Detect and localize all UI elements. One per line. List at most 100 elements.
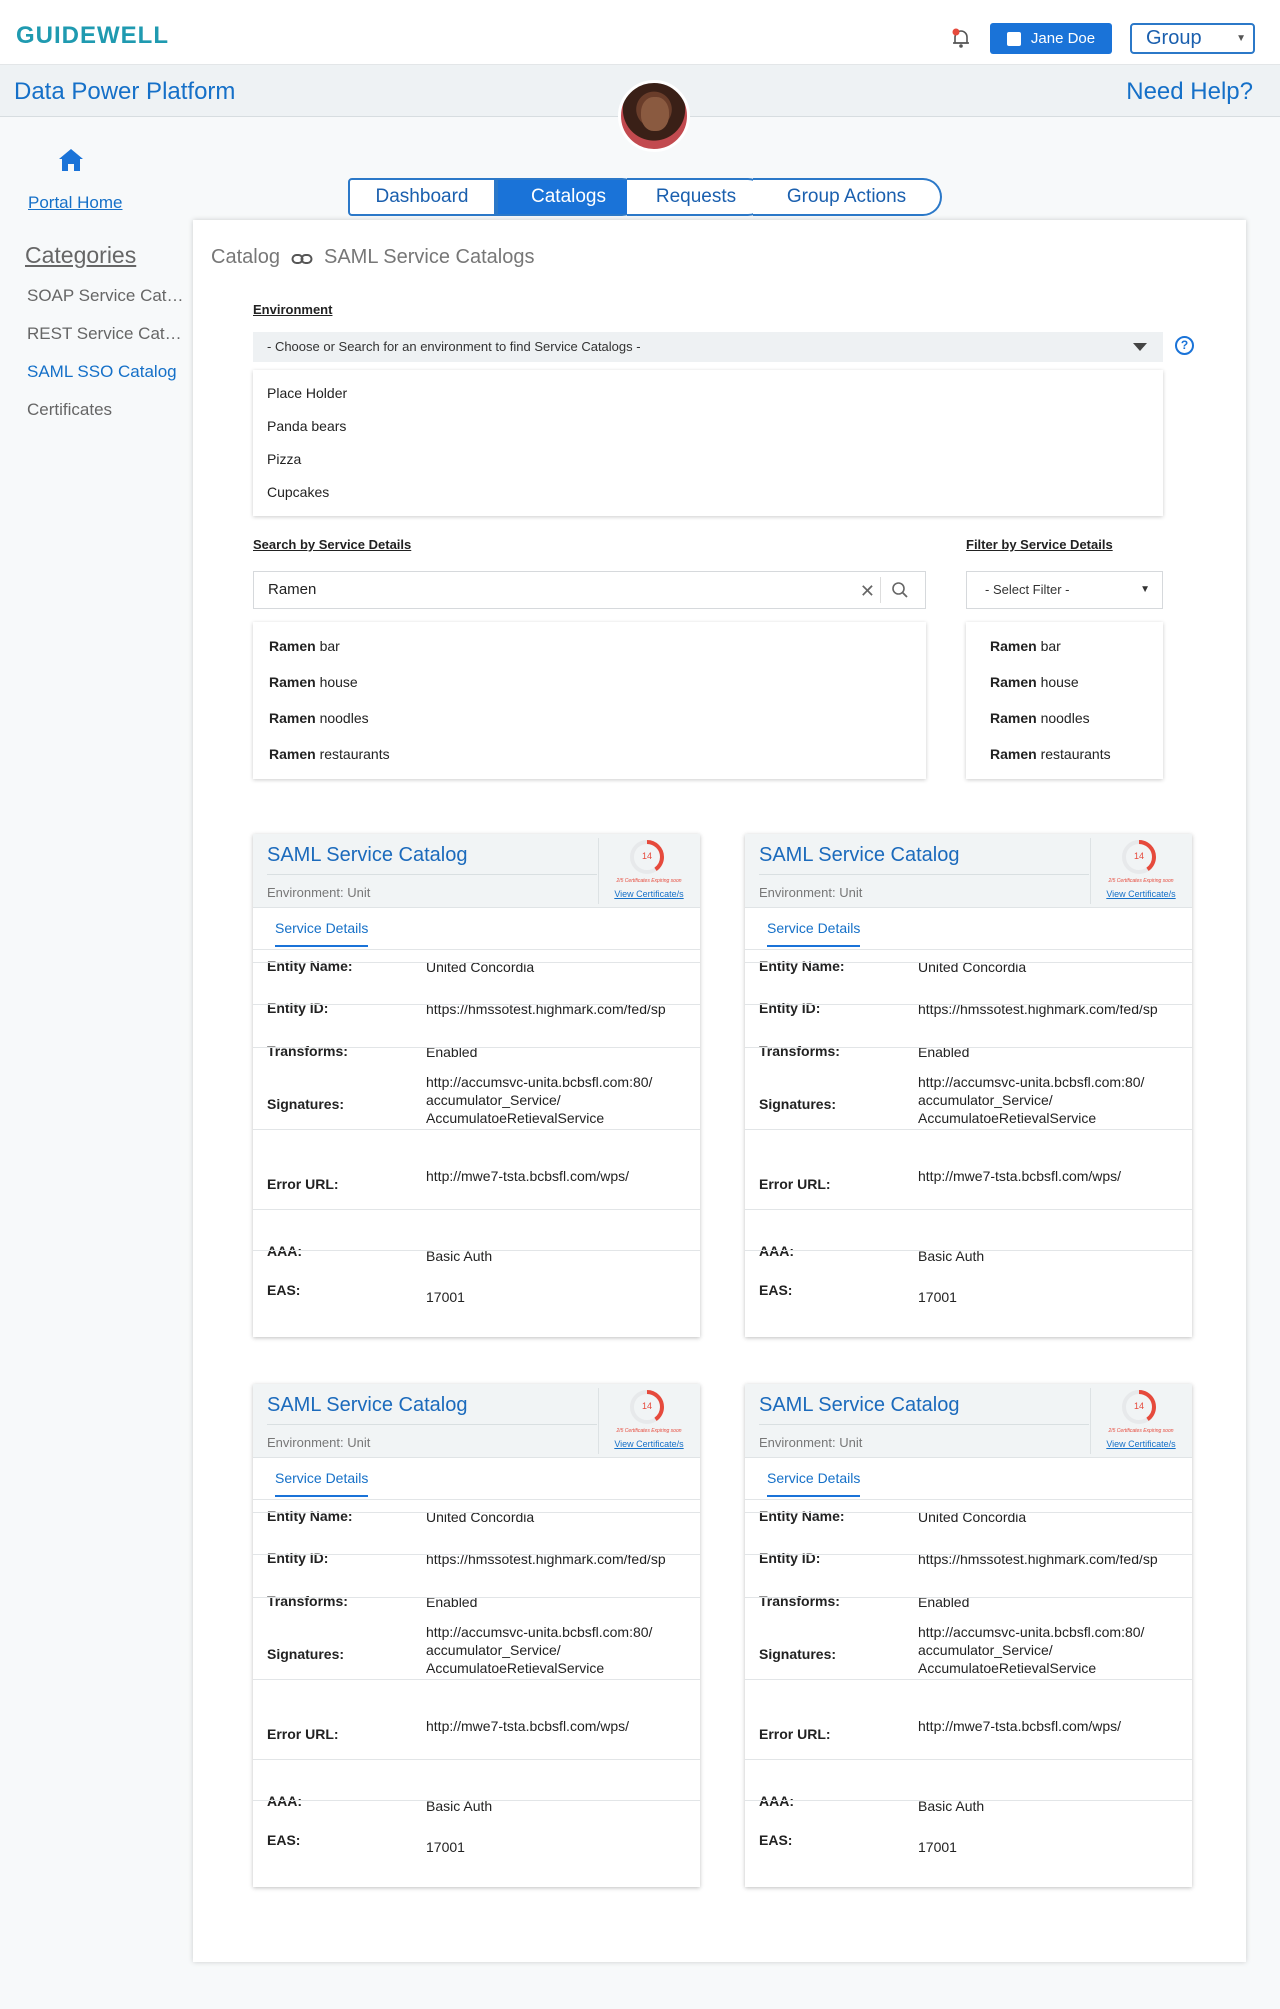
tab-service-details[interactable]: Service Details <box>275 1470 369 1497</box>
sidebar-item-rest[interactable]: REST Service Catalog <box>27 324 187 344</box>
detail-value: https://hmssotest.highmark.com/fed/sp <box>426 1001 666 1017</box>
suggestion-item[interactable]: Ramen house <box>269 674 358 690</box>
need-help-link[interactable]: Need Help? <box>1126 78 1253 106</box>
help-icon[interactable]: ? <box>1175 336 1194 355</box>
environment-option[interactable]: Cupcakes <box>267 484 329 500</box>
detail-value: 17001 <box>918 1289 957 1305</box>
search-label: Search by Service Details <box>253 537 412 552</box>
filter-suggestion-item[interactable]: Ramen restaurants <box>990 746 1111 762</box>
view-certificates-link[interactable]: View Certificate/s <box>1091 1439 1191 1449</box>
tab-requests[interactable]: Requests <box>627 178 767 216</box>
detail-value: Enabled <box>918 1594 970 1610</box>
tab-dashboard[interactable]: Dashboard <box>348 178 496 216</box>
environment-option[interactable]: Pizza <box>267 451 301 467</box>
tab-service-details[interactable]: Service Details <box>767 1470 861 1497</box>
environment-option[interactable]: Place Holder <box>267 385 347 401</box>
card-environment: Environment: Unit <box>267 1435 371 1450</box>
detail-value: 17001 <box>426 1839 465 1855</box>
avatar[interactable] <box>618 80 690 152</box>
clear-icon[interactable]: ✕ <box>860 581 875 602</box>
detail-label: Entity ID: <box>759 1550 821 1566</box>
certificate-count: 14 <box>641 851 652 861</box>
detail-label: Entity Name: <box>759 1508 845 1524</box>
breadcrumb-root[interactable]: Catalog <box>211 246 280 269</box>
caret-down-icon: ▼ <box>1236 33 1246 44</box>
card-title[interactable]: SAML Service Catalog <box>267 844 467 867</box>
card-header: SAML Service Catalog Environment: Unit 14 2… <box>253 1384 700 1458</box>
notification-bell-icon[interactable] <box>950 27 972 49</box>
top-bar: GUIDEWELL Jane Doe Group ▼ <box>0 0 1280 65</box>
guidewell-logo[interactable]: GUIDEWELL <box>16 22 169 50</box>
detail-label: Error URL: <box>267 1726 339 1742</box>
sidebar-item-saml[interactable]: SAML SSO Catalog <box>27 362 187 382</box>
filter-label: Filter by Service Details <box>966 537 1113 552</box>
main-tabs: Dashboard Catalogs Requests Group Action… <box>348 178 956 216</box>
saml-catalog-card: SAML Service Catalog Environment: Unit 14 2… <box>745 1384 1192 1887</box>
search-icon[interactable] <box>891 581 909 599</box>
detail-value: https://hmssotest.highmark.com/fed/sp <box>426 1551 666 1567</box>
caret-down-icon <box>1133 343 1147 351</box>
tab-catalogs[interactable]: Catalogs <box>496 178 641 216</box>
filter-suggestion-item[interactable]: Ramen house <box>990 674 1079 690</box>
detail-label: Entity ID: <box>267 1000 329 1016</box>
detail-label: Signatures: <box>759 1646 837 1662</box>
card-environment: Environment: Unit <box>759 885 863 900</box>
detail-value: United Concordia <box>426 959 535 975</box>
user-name: Jane Doe <box>1030 30 1096 47</box>
detail-label: Entity Name: <box>267 1508 353 1524</box>
detail-value: http://accumsvc-unita.bcbsfl.com:80/ acc… <box>918 1074 1145 1126</box>
group-select-value: Group <box>1146 27 1202 49</box>
detail-label: EAS: <box>267 1282 301 1298</box>
saml-catalog-card: SAML Service Catalog Environment: Unit 14 2… <box>745 834 1192 1337</box>
card-environment: Environment: Unit <box>267 885 371 900</box>
detail-label: Transforms: <box>759 1593 840 1609</box>
detail-value: http://accumsvc-unita.bcbsfl.com:80/ acc… <box>426 1624 653 1676</box>
card-header: SAML Service Catalog Environment: Unit 14 2… <box>745 1384 1192 1458</box>
detail-value: http://mwe7-tsta.bcbsfl.com/wps/ <box>426 1168 630 1184</box>
view-certificates-link[interactable]: View Certificate/s <box>1091 889 1191 899</box>
portal-home-link[interactable]: Portal Home <box>28 193 122 213</box>
search-input[interactable] <box>268 581 828 598</box>
user-menu-button[interactable]: Jane Doe <box>990 23 1112 54</box>
detail-value: http://accumsvc-unita.bcbsfl.com:80/ acc… <box>918 1624 1145 1676</box>
filter-select[interactable]: - Select Filter - ▼ <box>966 571 1163 609</box>
search-suggestions: Ramen bar Ramen house Ramen noodles Rame… <box>253 622 926 779</box>
filter-suggestion-item[interactable]: Ramen noodles <box>990 710 1090 726</box>
app-title: Data Power Platform <box>14 78 236 105</box>
detail-label: Transforms: <box>759 1043 840 1059</box>
environment-select-placeholder: - Choose or Search for an environment to… <box>267 339 641 354</box>
detail-label: Entity ID: <box>267 1550 329 1566</box>
view-certificates-link[interactable]: View Certificate/s <box>599 889 699 899</box>
sidebar-item-soap[interactable]: SOAP Service Catalog <box>27 286 187 306</box>
suggestion-item[interactable]: Ramen bar <box>269 638 340 654</box>
sidebar-item-certificates[interactable]: Certificates <box>27 400 187 420</box>
environment-select[interactable]: - Choose or Search for an environment to… <box>253 332 1163 362</box>
suggestion-item[interactable]: Ramen restaurants <box>269 746 390 762</box>
saml-catalog-card: SAML Service Catalog Environment: Unit 14 2… <box>253 1384 700 1887</box>
tab-service-details[interactable]: Service Details <box>275 920 369 947</box>
group-select[interactable]: Group ▼ <box>1130 23 1255 54</box>
detail-label: Signatures: <box>759 1096 837 1112</box>
detail-label: AAA: <box>267 1793 302 1809</box>
detail-label: Signatures: <box>267 1646 345 1662</box>
certificate-count: 14 <box>1133 1401 1144 1411</box>
detail-label: Entity ID: <box>759 1000 821 1016</box>
card-title[interactable]: SAML Service Catalog <box>267 1394 467 1417</box>
detail-value: http://accumsvc-unita.bcbsfl.com:80/ acc… <box>426 1074 653 1126</box>
tab-service-details[interactable]: Service Details <box>767 920 861 947</box>
detail-label: EAS: <box>267 1832 301 1848</box>
detail-label: Error URL: <box>759 1176 831 1192</box>
caret-down-icon: ▼ <box>1140 584 1150 595</box>
filter-suggestion-item[interactable]: Ramen bar <box>990 638 1061 654</box>
card-title[interactable]: SAML Service Catalog <box>759 1394 959 1417</box>
card-title[interactable]: SAML Service Catalog <box>759 844 959 867</box>
suggestion-item[interactable]: Ramen noodles <box>269 710 369 726</box>
detail-value: Enabled <box>426 1044 478 1060</box>
home-icon[interactable] <box>57 146 85 174</box>
tab-group-actions[interactable]: Group Actions <box>753 178 942 216</box>
saml-catalog-card: SAML Service Catalog Environment: Unit 14 2… <box>253 834 700 1337</box>
environment-option[interactable]: Panda bears <box>267 418 346 434</box>
view-certificates-link[interactable]: View Certificate/s <box>599 1439 699 1449</box>
detail-value: United Concordia <box>918 959 1027 975</box>
detail-label: Transforms: <box>267 1043 348 1059</box>
